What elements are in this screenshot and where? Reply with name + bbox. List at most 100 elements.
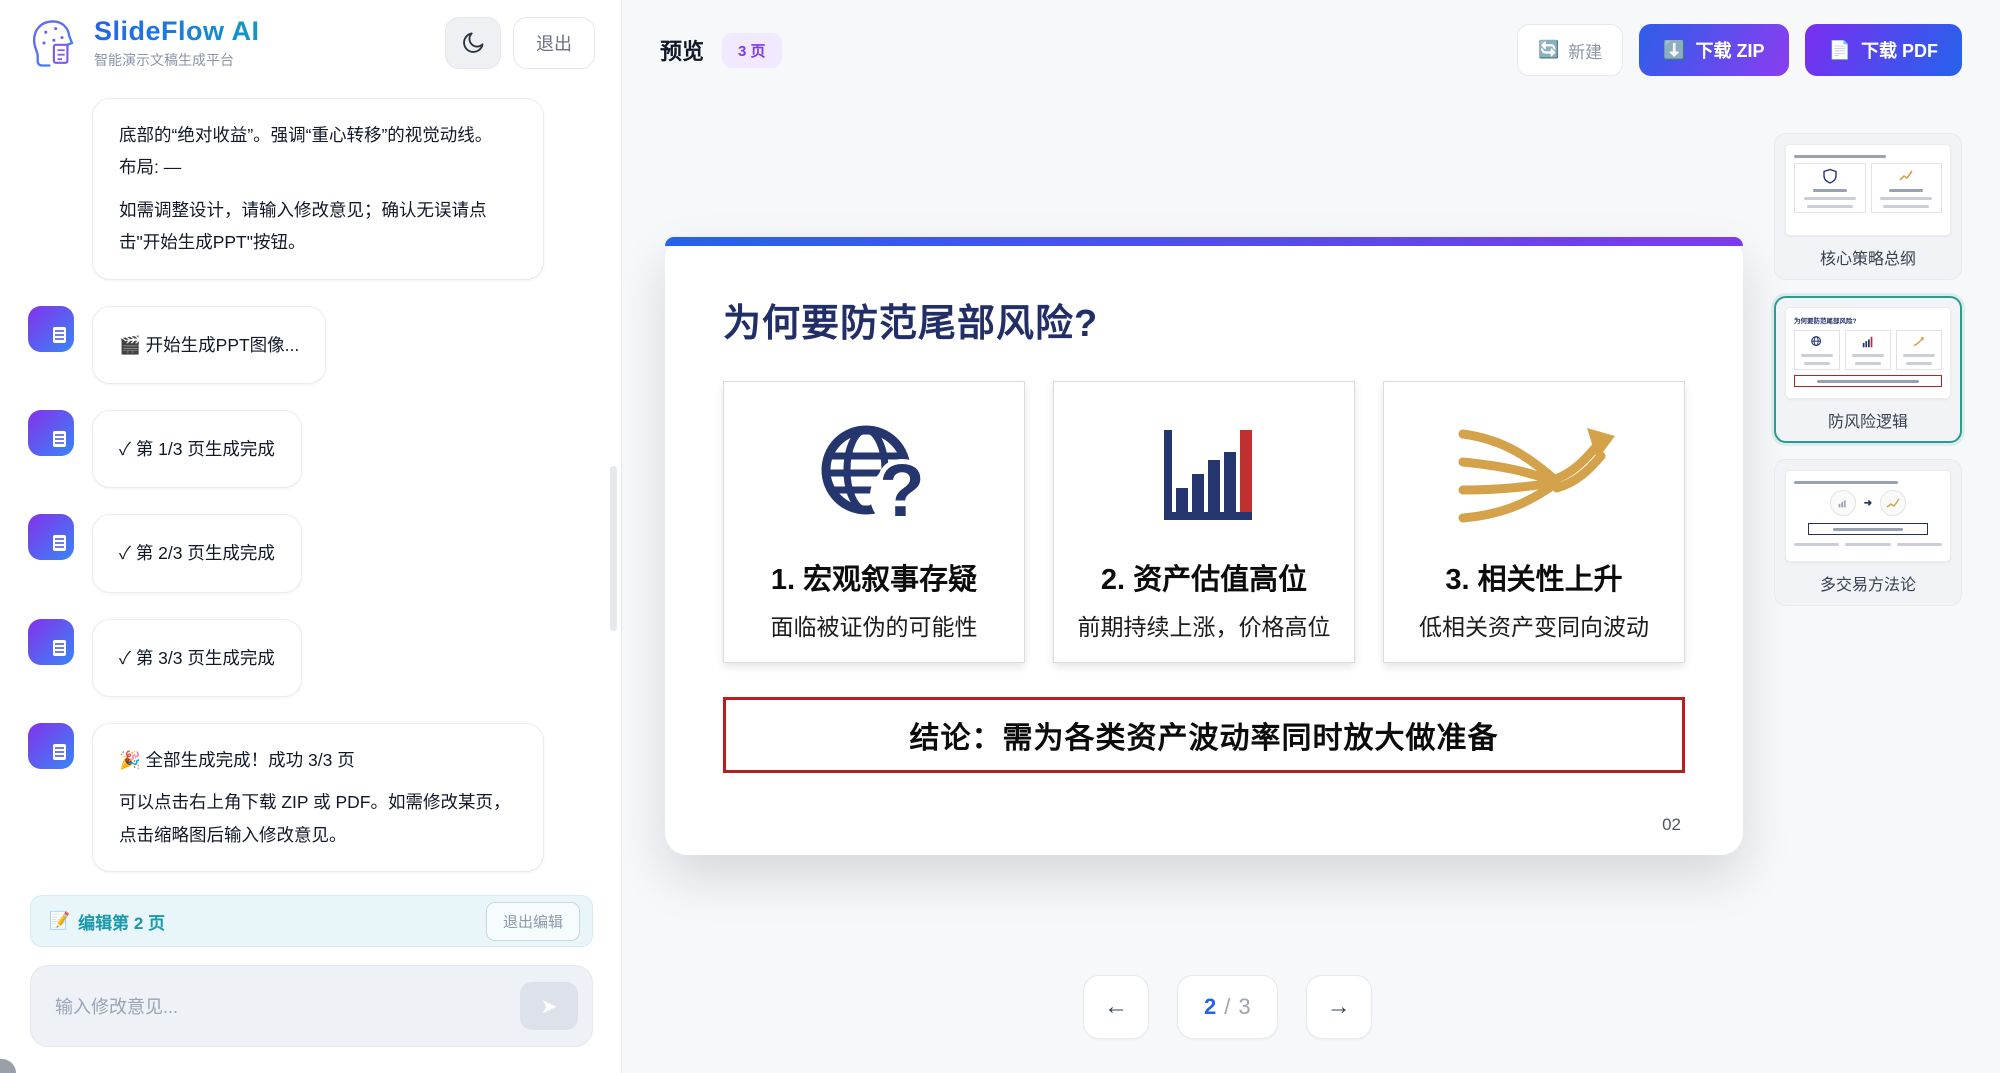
slide-card-2: 2. 资产估值高位 前期持续上涨，价格高位 bbox=[1053, 381, 1355, 663]
app-title: SlideFlow AI bbox=[94, 16, 260, 47]
bar-chart-icon bbox=[1140, 410, 1268, 542]
mini-title-line bbox=[1794, 155, 1886, 158]
app-logo-icon bbox=[26, 16, 80, 70]
mini-trend-circle bbox=[1880, 490, 1906, 516]
app-subtitle: 智能演示文稿生成平台 bbox=[94, 50, 260, 70]
shield-icon bbox=[1822, 168, 1838, 184]
prev-slide-button[interactable]: ← bbox=[1083, 975, 1149, 1039]
chat-message-list[interactable]: 底部的“绝对收益”。强调“重心转移”的视觉动线。 布局: — 如需调整设计，请输… bbox=[0, 86, 621, 877]
final-message-body: 可以点击右上角下载 ZIP 或 PDF。如需修改某页，点击缩略图后输入修改意见。 bbox=[119, 786, 517, 851]
input-placeholder: 输入修改意见... bbox=[55, 993, 520, 1019]
status-message: ✓ 第 1/3 页生成完成 bbox=[92, 410, 302, 488]
card-title: 2. 资产估值高位 bbox=[1101, 556, 1307, 598]
mini-text-line bbox=[1833, 528, 1904, 531]
slide-conclusion-box: 结论：需为各类资产波动率同时放大做准备 bbox=[723, 697, 1685, 773]
new-presentation-button[interactable]: 🔄 新建 bbox=[1517, 24, 1623, 76]
mini-text-line bbox=[1852, 354, 1884, 357]
mini-slide-title: 为何要防范尾部风险? bbox=[1794, 315, 1942, 325]
assistant-avatar bbox=[28, 410, 74, 456]
message-text: 布局: — bbox=[119, 151, 517, 183]
mini-bars-icon bbox=[1861, 335, 1875, 349]
thumbnail-label: 核心策略总纲 bbox=[1785, 236, 1951, 271]
mini-text-line bbox=[1845, 543, 1890, 546]
thumbnail-mini-slide bbox=[1785, 144, 1951, 236]
mini-text-line bbox=[1817, 380, 1919, 383]
chat-scrollbar[interactable] bbox=[610, 466, 617, 631]
message-text: 底部的“绝对收益”。强调“重心转移”的视觉动线。 bbox=[119, 119, 517, 151]
mini-text-line bbox=[1906, 362, 1931, 365]
final-message-title: 🎉 全部生成完成！成功 3/3 页 bbox=[119, 744, 517, 776]
thumbnail-label: 防风险逻辑 bbox=[1785, 399, 1951, 434]
theme-toggle-button[interactable] bbox=[445, 17, 501, 69]
send-button[interactable]: ➤ bbox=[520, 982, 578, 1030]
assistant-message-row: ✓ 第 1/3 页生成完成 bbox=[28, 410, 595, 488]
mini-text-line bbox=[1794, 543, 1839, 546]
mini-card bbox=[1896, 330, 1942, 370]
download-icon: ⬇️ bbox=[1663, 40, 1685, 61]
mini-arrow-icon: ➜ bbox=[1864, 498, 1872, 509]
corner-artifact bbox=[0, 1059, 16, 1073]
mini-card bbox=[1794, 163, 1866, 213]
mini-chart-circle bbox=[1830, 490, 1856, 516]
edit-page-label: 编辑第 2 页 bbox=[78, 909, 165, 934]
document-icon bbox=[53, 744, 66, 760]
refresh-icon: 🔄 bbox=[1538, 40, 1559, 60]
download-pdf-button[interactable]: 📄 下载 PDF bbox=[1805, 24, 1962, 76]
preview-title: 预览 bbox=[660, 34, 704, 66]
status-message: ✓ 第 3/3 页生成完成 bbox=[92, 619, 302, 697]
document-icon bbox=[53, 431, 66, 447]
current-page: 2 bbox=[1204, 994, 1216, 1020]
total-pages: 3 bbox=[1238, 994, 1250, 1020]
mini-flow-diagram: ➜ bbox=[1794, 490, 1942, 516]
feedback-input[interactable]: 输入修改意见... ➤ bbox=[30, 965, 593, 1047]
assistant-avatar bbox=[28, 723, 74, 769]
status-message: ✓ 第 2/3 页生成完成 bbox=[92, 514, 302, 592]
thumbnail-label: 多交易方法论 bbox=[1785, 562, 1951, 597]
message-text: 如需调整设计，请输入修改意见；确认无误请点击"开始生成PPT"按钮。 bbox=[119, 194, 517, 259]
final-message: 🎉 全部生成完成！成功 3/3 页 可以点击右上角下载 ZIP 或 PDF。如需… bbox=[92, 723, 544, 872]
slide-preview: 为何要防范尾部风险? ? 1. 宏观叙事存疑 bbox=[665, 237, 1743, 855]
exit-edit-button[interactable]: 退出编辑 bbox=[486, 902, 580, 941]
thumbnail-slide-1[interactable]: 核心策略总纲 bbox=[1774, 133, 1962, 280]
assistant-message: 底部的“绝对收益”。强调“重心转移”的视觉动线。 布局: — 如需调整设计，请输… bbox=[92, 98, 544, 280]
thumbnail-rail: 核心策略总纲 为何要防范尾部风险? bbox=[1774, 133, 1962, 606]
page-separator: / bbox=[1224, 994, 1230, 1020]
page-icon: 📄 bbox=[1829, 40, 1851, 61]
globe-question-icon: ? bbox=[810, 410, 938, 542]
thumbnail-slide-3[interactable]: ➜ 多交易方法论 bbox=[1774, 459, 1962, 606]
mini-text-line bbox=[1855, 362, 1880, 365]
mini-card bbox=[1871, 163, 1943, 213]
download-zip-button[interactable]: ⬇️ 下载 ZIP bbox=[1639, 24, 1788, 76]
card-desc: 低相关资产变同向波动 bbox=[1419, 608, 1649, 642]
next-slide-button[interactable]: → bbox=[1306, 975, 1372, 1039]
pdf-button-label: 下载 PDF bbox=[1861, 37, 1938, 63]
thumbnail-slide-2-selected[interactable]: 为何要防范尾部风险? bbox=[1774, 296, 1962, 443]
mini-text-line bbox=[1903, 354, 1935, 357]
converging-arrows-icon bbox=[1449, 410, 1619, 542]
mini-card bbox=[1845, 330, 1891, 370]
mini-text-line bbox=[1804, 197, 1856, 200]
preview-header: 预览 3 页 🔄 新建 ⬇️ 下载 ZIP 📄 下载 PDF bbox=[660, 24, 1962, 76]
card-title: 1. 宏观叙事存疑 bbox=[771, 556, 977, 598]
app-header: SlideFlow AI 智能演示文稿生成平台 退出 bbox=[0, 0, 621, 86]
slide-pagination: ← 2 / 3 → bbox=[1083, 975, 1372, 1039]
slide-card-3: 3. 相关性上升 低相关资产变同向波动 bbox=[1383, 381, 1685, 663]
page-indicator: 2 / 3 bbox=[1177, 975, 1278, 1039]
mini-text-line bbox=[1880, 197, 1932, 200]
card-title: 3. 相关性上升 bbox=[1445, 556, 1622, 598]
assistant-avatar bbox=[28, 514, 74, 560]
document-icon bbox=[53, 640, 66, 656]
logout-button[interactable]: 退出 bbox=[513, 17, 595, 69]
zip-button-label: 下载 ZIP bbox=[1696, 37, 1765, 63]
assistant-message-row: ✓ 第 3/3 页生成完成 bbox=[28, 619, 595, 697]
thumbnail-mini-slide: 为何要防范尾部风险? bbox=[1785, 307, 1951, 399]
mini-title-line bbox=[1794, 481, 1898, 484]
slide-title: 为何要防范尾部风险? bbox=[723, 292, 1685, 347]
mini-text-line bbox=[1807, 205, 1853, 208]
assistant-avatar bbox=[28, 306, 74, 352]
brand: SlideFlow AI 智能演示文稿生成平台 bbox=[26, 16, 445, 70]
assistant-avatar bbox=[28, 619, 74, 665]
mini-bars-icon bbox=[1836, 496, 1850, 510]
mini-text-line bbox=[1883, 205, 1929, 208]
mini-arrow-icon bbox=[1912, 335, 1926, 349]
